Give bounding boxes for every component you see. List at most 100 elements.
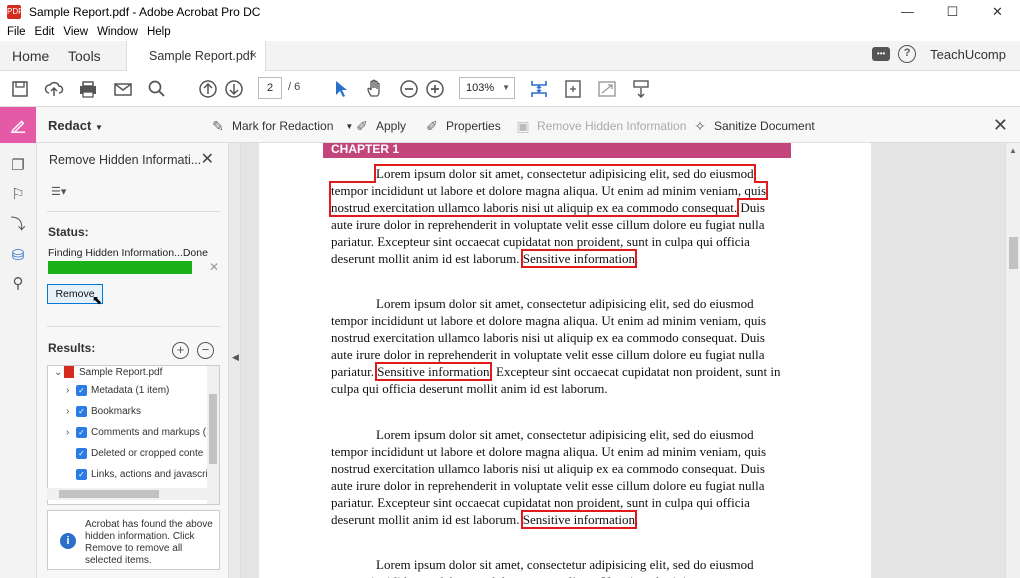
select-arrow-icon[interactable] xyxy=(331,79,351,99)
zoom-in-icon[interactable] xyxy=(425,79,445,99)
panel-options-icon[interactable]: ☰▾ xyxy=(51,185,66,198)
account-area: ••• ? TeachUcomp xyxy=(872,45,1010,63)
save-icon[interactable] xyxy=(10,79,30,99)
close-window-button[interactable]: ✕ xyxy=(975,0,1020,23)
attachments-icon[interactable]: ⚲ xyxy=(9,275,27,293)
search-icon[interactable] xyxy=(147,79,167,99)
scroll-mode-icon[interactable] xyxy=(631,79,651,99)
remove-hidden-information-button[interactable]: ▣ Remove Hidden Information xyxy=(515,118,686,134)
redaction-mark: Lorem ipsum dolor sit amet, consectetur … xyxy=(328,164,769,217)
scroll-thumb[interactable] xyxy=(59,490,159,498)
tree-vertical-scrollbar[interactable] xyxy=(207,366,219,504)
checkbox-checked[interactable]: ✓ xyxy=(76,426,87,438)
email-icon[interactable] xyxy=(113,79,133,99)
tree-item-bookmarks[interactable]: › ✓ Bookmarks xyxy=(66,401,141,421)
zoom-out-icon[interactable] xyxy=(399,79,419,99)
scroll-thumb[interactable] xyxy=(209,394,217,464)
help-icon[interactable]: ? xyxy=(898,45,917,63)
redaction-mark: Sensitive information xyxy=(520,249,638,268)
panel-divider xyxy=(47,326,220,327)
page-down-icon[interactable] xyxy=(224,79,244,99)
menu-edit[interactable]: Edit xyxy=(35,26,55,38)
expand-all-icon[interactable]: + xyxy=(172,342,189,359)
close-tab-icon[interactable]: × xyxy=(250,48,257,62)
tree-item-label: Deleted or cropped conte xyxy=(91,447,204,459)
menu-view[interactable]: View xyxy=(63,26,88,38)
apply-brush-icon: ✐ xyxy=(356,118,368,134)
page-thumbnails-icon[interactable]: ❐ xyxy=(9,157,27,175)
user-name[interactable]: TeachUcomp xyxy=(930,47,1006,62)
cloud-upload-icon[interactable] xyxy=(44,79,64,99)
redaction-mark: Sensitive information xyxy=(520,510,638,529)
menu-file[interactable]: File xyxy=(7,26,26,38)
chevron-down-icon: ▼ xyxy=(94,123,103,132)
chevron-right-icon[interactable]: › xyxy=(66,385,76,396)
chevron-right-icon[interactable]: › xyxy=(66,406,76,417)
chevron-down-icon: ⌄ xyxy=(54,366,63,378)
body-text: . xyxy=(635,251,639,266)
collapse-all-icon[interactable]: − xyxy=(197,342,214,359)
zoom-select[interactable]: 103% ▼ xyxy=(459,77,515,99)
menu-help[interactable]: Help xyxy=(147,26,171,38)
redaction-panel-icon[interactable]: ⛁ xyxy=(9,247,27,265)
close-redact-icon[interactable]: ✕ xyxy=(993,115,1008,136)
redact-tool-icon[interactable] xyxy=(0,107,36,143)
print-icon[interactable] xyxy=(78,79,98,99)
panel-collapse-handle[interactable]: ◀ xyxy=(229,143,241,578)
checkbox-checked[interactable]: ✓ xyxy=(76,447,87,459)
chevron-right-icon[interactable]: › xyxy=(66,427,76,438)
body-text: Lorem ipsum dolor sit amet, consectetur … xyxy=(331,557,754,578)
chevron-down-icon: ▼ xyxy=(345,121,354,131)
info-text: Acrobat has found the above hidden infor… xyxy=(85,519,213,566)
page-number-input[interactable]: 2 xyxy=(258,77,282,99)
properties-icon: ✐ xyxy=(426,118,438,134)
scroll-thumb[interactable] xyxy=(1009,237,1018,269)
sanitize-label: Sanitize Document xyxy=(714,119,815,133)
menu-window[interactable]: Window xyxy=(97,26,138,38)
properties-button[interactable]: ✐ Properties xyxy=(424,118,501,134)
minimize-button[interactable]: — xyxy=(885,0,930,23)
tree-item-comments[interactable]: › ✓ Comments and markups ( xyxy=(66,422,206,442)
redact-menu[interactable]: Redact ▼ xyxy=(48,118,103,133)
mark-redaction-icon: ✎ xyxy=(212,118,224,134)
window-controls: — ☐ ✕ xyxy=(885,0,1020,23)
document-tab-label: Sample Report.pdf xyxy=(149,49,254,63)
fit-page-icon[interactable] xyxy=(529,79,549,99)
maximize-button[interactable]: ☐ xyxy=(930,0,975,23)
apply-label: Apply xyxy=(376,119,407,133)
tree-item-deleted-content[interactable]: ✓ Deleted or cropped conte xyxy=(76,443,203,463)
remove-hidden-icon: ▣ xyxy=(516,118,530,134)
tab-tools[interactable]: Tools xyxy=(68,48,101,64)
tab-document[interactable]: Sample Report.pdf × xyxy=(126,41,266,71)
tree-horizontal-scrollbar[interactable] xyxy=(47,488,208,500)
signatures-icon[interactable]: ⤵ xyxy=(9,216,27,234)
tab-home[interactable]: Home xyxy=(12,48,49,64)
sanitize-document-button[interactable]: ✧ Sanitize Document xyxy=(692,118,815,134)
bookmarks-icon[interactable]: ⚐ xyxy=(9,186,27,204)
tree-item-label: Links, actions and javascri xyxy=(91,468,208,480)
tree-item-metadata[interactable]: › ✓ Metadata (1 item) xyxy=(66,380,169,400)
tree-item-links[interactable]: ✓ Links, actions and javascri xyxy=(76,464,208,484)
read-mode-icon[interactable] xyxy=(597,79,617,99)
close-panel-icon[interactable]: ✕ xyxy=(201,149,214,169)
title-bar: PDF Sample Report.pdf - Adobe Acrobat Pr… xyxy=(0,0,1020,23)
comment-icon[interactable]: ••• xyxy=(872,47,891,61)
results-tree: ⌄ Sample Report.pdf › ✓ Metadata (1 item… xyxy=(47,365,220,505)
full-screen-icon[interactable] xyxy=(563,79,583,99)
page-up-icon[interactable] xyxy=(198,79,218,99)
chevron-left-icon: ◀ xyxy=(232,352,239,362)
checkbox-checked[interactable]: ✓ xyxy=(76,405,87,417)
document-vertical-scrollbar[interactable]: ▲ xyxy=(1005,143,1020,578)
checkbox-checked[interactable]: ✓ xyxy=(76,468,87,480)
apply-button[interactable]: ✐ Apply xyxy=(354,118,406,134)
mark-for-redaction-button[interactable]: ✎ Mark for Redaction ▼ xyxy=(210,118,353,134)
menu-bar: File Edit View Window Help xyxy=(0,23,1020,41)
scroll-up-icon[interactable]: ▲ xyxy=(1009,146,1017,155)
document-viewport[interactable]: CHAPTER 1 Lorem ipsum dolor sit amet, co… xyxy=(241,143,1005,578)
paragraph-2: Lorem ipsum dolor sit amet, consectetur … xyxy=(331,295,783,397)
checkbox-checked[interactable]: ✓ xyxy=(76,384,87,396)
sanitize-icon: ✧ xyxy=(694,118,706,134)
hand-icon[interactable] xyxy=(365,79,385,99)
page-total: / 6 xyxy=(288,81,301,93)
cancel-progress-icon[interactable]: ✕ xyxy=(209,260,219,274)
